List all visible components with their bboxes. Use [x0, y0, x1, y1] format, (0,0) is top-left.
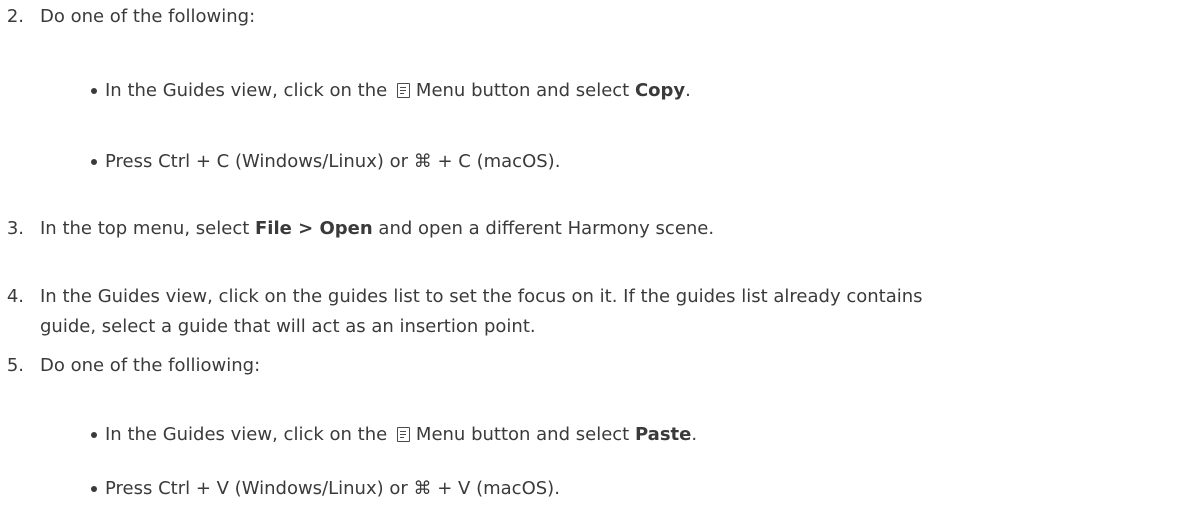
step-number: 3. — [6, 218, 24, 239]
step-number: 5. — [6, 355, 24, 376]
bullet-text: In the Guides view, click on the — [105, 424, 388, 445]
bullet-text: Menu button and select — [415, 424, 630, 445]
bullet-text: Press Ctrl + V (Windows/Linux) or — [105, 478, 408, 499]
menu-item-name: Paste — [634, 424, 692, 445]
bullet-text: + V (macOS). — [437, 478, 560, 499]
step-4-continuation: guide, select a guide that will act as a… — [40, 314, 536, 340]
command-key-symbol: ⌘ — [413, 478, 432, 499]
step-text: In the top menu, select — [40, 218, 250, 239]
bullet-text: Press Ctrl + C (Windows/Linux) or — [105, 151, 409, 172]
command-key-symbol: ⌘ — [413, 151, 432, 172]
bullet-punctuation: . — [691, 424, 698, 445]
bullet-text: In the Guides view, click on the — [105, 80, 388, 101]
step-2-bullet-menu-copy: In the Guides view, click on the Menu bu… — [105, 78, 691, 104]
bullet-text: Menu button and select — [415, 80, 630, 101]
menu-item-name: Copy — [634, 80, 686, 101]
step-text: Do one of the folliowing: — [40, 355, 261, 376]
bullet-marker — [91, 159, 97, 165]
step-2-bullet-shortcut: Press Ctrl + C (Windows/Linux) or ⌘ + C … — [105, 149, 560, 175]
bullet-marker — [91, 486, 97, 492]
step-5-bullet-menu-paste: In the Guides view, click on the Menu bu… — [105, 422, 697, 448]
procedure-document: 2. Do one of the following: In the Guide… — [0, 0, 1180, 507]
menu-icon — [396, 83, 410, 98]
bullet-marker — [91, 432, 97, 438]
step-number: 4. — [6, 286, 24, 307]
menu-icon — [396, 427, 410, 442]
step-text: Do one of the following: — [40, 6, 256, 27]
step-5-bullet-shortcut: Press Ctrl + V (Windows/Linux) or ⌘ + V … — [105, 476, 560, 502]
step-number: 2. — [6, 6, 24, 27]
bullet-marker — [91, 88, 97, 94]
bullet-punctuation: . — [685, 80, 691, 101]
step-text: guide, select a guide that will act as a… — [40, 316, 536, 337]
step-text: In the Guides view, click on the guides … — [40, 286, 923, 307]
menu-path: File > Open — [255, 218, 373, 239]
step-text: and open a different Harmony scene. — [378, 218, 715, 239]
bullet-text: + C (macOS). — [437, 151, 561, 172]
